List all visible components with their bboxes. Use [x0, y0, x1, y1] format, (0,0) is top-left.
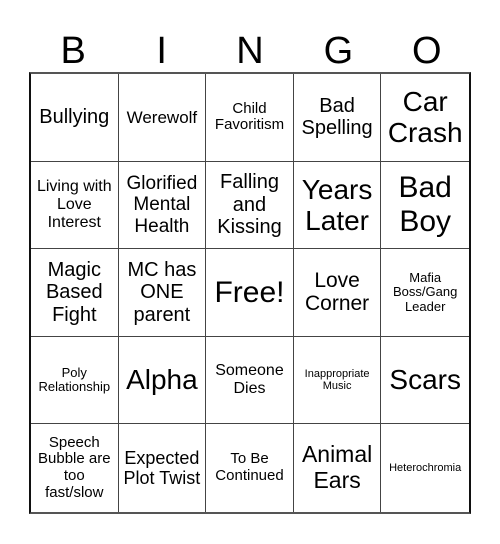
bingo-cell[interactable]: Child Favoritism — [206, 74, 294, 162]
bingo-cell[interactable]: Car Crash — [381, 74, 469, 162]
bingo-cell[interactable]: Love Corner — [293, 249, 382, 337]
bingo-cell[interactable]: Poly Relationship — [31, 336, 119, 425]
bingo-cell[interactable]: Someone Dies — [206, 336, 294, 425]
header-letter-i: I — [156, 30, 167, 72]
header-letter-o: O — [412, 30, 442, 72]
header-letter-n: N — [236, 30, 264, 72]
bingo-cell[interactable]: Alpha — [118, 336, 207, 425]
bingo-cell[interactable]: Living with Love Interest — [31, 161, 119, 250]
bingo-cell[interactable]: Magic Based Fight — [31, 249, 119, 337]
bingo-cell[interactable]: Bullying — [31, 74, 119, 162]
bingo-cell[interactable]: Animal Ears — [294, 424, 382, 512]
header-letter-b: B — [60, 30, 86, 72]
bingo-header: B I N G O — [29, 30, 471, 72]
bingo-cell[interactable]: Speech Bubble are too fast/slow — [31, 424, 119, 512]
bingo-cell[interactable]: Heterochromia — [381, 424, 469, 512]
bingo-cell[interactable]: Mafia Boss/Gang Leader — [381, 249, 469, 337]
header-letter-g: G — [323, 30, 354, 72]
bingo-card-grid: Bullying Werewolf Child Favoritism Bad Spel… — [29, 72, 471, 514]
bingo-cell[interactable]: MC has ONE parent — [118, 249, 207, 337]
bingo-cell[interactable]: Bad Spelling — [293, 74, 382, 162]
bingo-cell[interactable]: Years Later — [293, 161, 382, 250]
bingo-cell[interactable]: Expected Plot Twist — [119, 424, 207, 512]
bingo-cell[interactable]: Inappropriate Music — [293, 336, 382, 425]
bingo-cell[interactable]: Scars — [381, 337, 469, 425]
bingo-cell[interactable]: Glorified Mental Health — [118, 161, 207, 250]
bingo-cell[interactable]: Falling and Kissing — [206, 161, 294, 250]
bingo-cell[interactable]: Bad Boy — [381, 162, 469, 250]
bingo-cell[interactable]: To Be Continued — [206, 424, 294, 512]
bingo-cell-free[interactable]: Free! — [206, 249, 294, 337]
bingo-cell[interactable]: Werewolf — [118, 74, 207, 162]
